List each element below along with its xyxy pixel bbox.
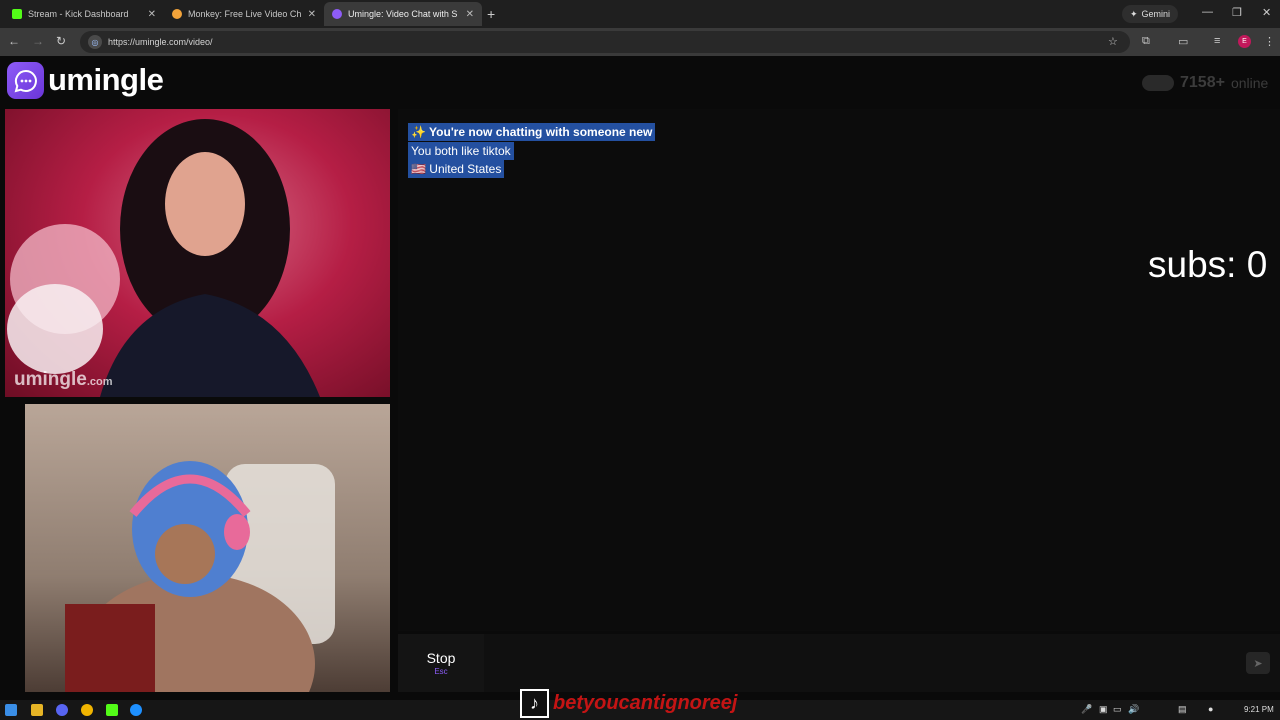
chat-message-shared-interest: You both like tiktok: [408, 142, 514, 160]
wifi-icon[interactable]: ▤: [1178, 704, 1187, 715]
watermark-suffix: .com: [86, 376, 113, 388]
umingle-logo-text[interactable]: umingle: [48, 62, 164, 98]
edge-icon[interactable]: [130, 704, 142, 716]
profile-avatar[interactable]: E: [1238, 35, 1251, 48]
bookmark-star-icon[interactable]: ☆: [1108, 35, 1118, 48]
online-count: 7158+: [1180, 74, 1225, 91]
reload-icon[interactable]: ↻: [56, 34, 66, 48]
minimize-icon[interactable]: —: [1202, 6, 1213, 18]
stranger-video-scene: [7, 119, 320, 397]
forward-icon[interactable]: →: [32, 34, 44, 48]
chat-panel: ✨ You're now chatting with someone new Y…: [398, 109, 1280, 631]
tab-umingle[interactable]: Umingle: Video Chat with S ✕: [324, 2, 482, 26]
menu-icon[interactable]: ⋮: [1264, 35, 1275, 48]
gemini-label: Gemini: [1141, 9, 1171, 19]
url-text: https://umingle.com/video/: [108, 37, 213, 47]
chat-message-input[interactable]: [490, 634, 1238, 692]
close-icon[interactable]: ✕: [308, 9, 316, 20]
tray-app-icon[interactable]: ▣: [1099, 704, 1108, 715]
monkey-icon: [172, 9, 182, 19]
online-toggle[interactable]: [1142, 75, 1174, 91]
stop-button[interactable]: Stop Esc: [398, 634, 484, 692]
chat-input-bar: Stop Esc ➤: [398, 634, 1280, 692]
tab-kick-dashboard[interactable]: Stream - Kick Dashboard ✕: [4, 2, 164, 26]
stop-hint: Esc: [434, 667, 448, 676]
microphone-icon[interactable]: 🎤: [1081, 704, 1092, 715]
watermark-main: umingle: [14, 369, 87, 390]
sparkle-icon: ✦: [1130, 8, 1138, 19]
cast-icon[interactable]: ▭: [1178, 35, 1188, 48]
stranger-video: umingle.com: [5, 109, 390, 397]
media-icon[interactable]: ≡: [1214, 35, 1220, 47]
notification-icon[interactable]: ●: [1208, 704, 1213, 714]
tiktok-icon: ♪: [520, 689, 549, 718]
tab-title: Umingle: Video Chat with S: [348, 9, 458, 19]
volume-icon[interactable]: 🔊: [1128, 704, 1139, 715]
site-info-icon[interactable]: ◎: [88, 35, 102, 49]
extensions-icon[interactable]: ⧉: [1142, 35, 1150, 48]
tiktok-handle-overlay: ♪ betyoucantignoreej: [520, 689, 737, 718]
kick-app-icon[interactable]: [106, 704, 118, 716]
new-tab-icon[interactable]: +: [487, 6, 495, 22]
tiktok-handle: betyoucantignoreej: [553, 692, 738, 714]
file-explorer-icon[interactable]: [31, 704, 43, 716]
umingle-page: umingle 7158+ online umingle.com ✨ You'r…: [0, 56, 1280, 700]
discord-icon[interactable]: [56, 704, 68, 716]
tab-title: Stream - Kick Dashboard: [28, 9, 129, 19]
umingle-logo-icon[interactable]: [7, 62, 44, 99]
back-icon[interactable]: ←: [8, 34, 20, 48]
close-icon[interactable]: ✕: [466, 9, 474, 20]
send-icon[interactable]: ➤: [1246, 652, 1270, 674]
umingle-icon: [332, 9, 342, 19]
online-label: online: [1230, 75, 1269, 91]
umingle-watermark: umingle.com: [14, 369, 113, 391]
self-video: [25, 404, 390, 692]
chat-message-new-partner: ✨ You're now chatting with someone new: [408, 123, 656, 141]
tab-title: Monkey: Free Live Video Ch: [188, 9, 302, 19]
browser-toolbar: ← → ↻ ◎ https://umingle.com/video/ ☆ ⧉ ▭…: [0, 28, 1280, 56]
chat-message-country: 🇺🇸 United States: [408, 160, 505, 178]
stop-label: Stop: [426, 650, 456, 666]
self-video-scene: [65, 461, 335, 692]
start-icon[interactable]: [5, 704, 17, 716]
online-counter: 7158+ online: [1142, 74, 1268, 92]
chrome-icon[interactable]: [81, 704, 93, 716]
close-window-icon[interactable]: ✕: [1262, 6, 1271, 19]
tab-monkey[interactable]: Monkey: Free Live Video Ch ✕: [164, 2, 324, 26]
taskbar-clock[interactable]: 9:21 PM: [1244, 705, 1274, 714]
subs-counter-overlay: subs: 0: [1148, 244, 1268, 285]
browser-tab-strip: Stream - Kick Dashboard ✕ Monkey: Free L…: [0, 0, 1280, 28]
restore-icon[interactable]: ❐: [1232, 6, 1242, 19]
gemini-button[interactable]: ✦ Gemini: [1122, 5, 1179, 23]
kick-icon: [12, 9, 22, 19]
network-icon[interactable]: ▭: [1113, 704, 1122, 715]
address-bar[interactable]: ◎ https://umingle.com/video/: [80, 31, 1130, 53]
close-icon[interactable]: ✕: [148, 9, 156, 20]
